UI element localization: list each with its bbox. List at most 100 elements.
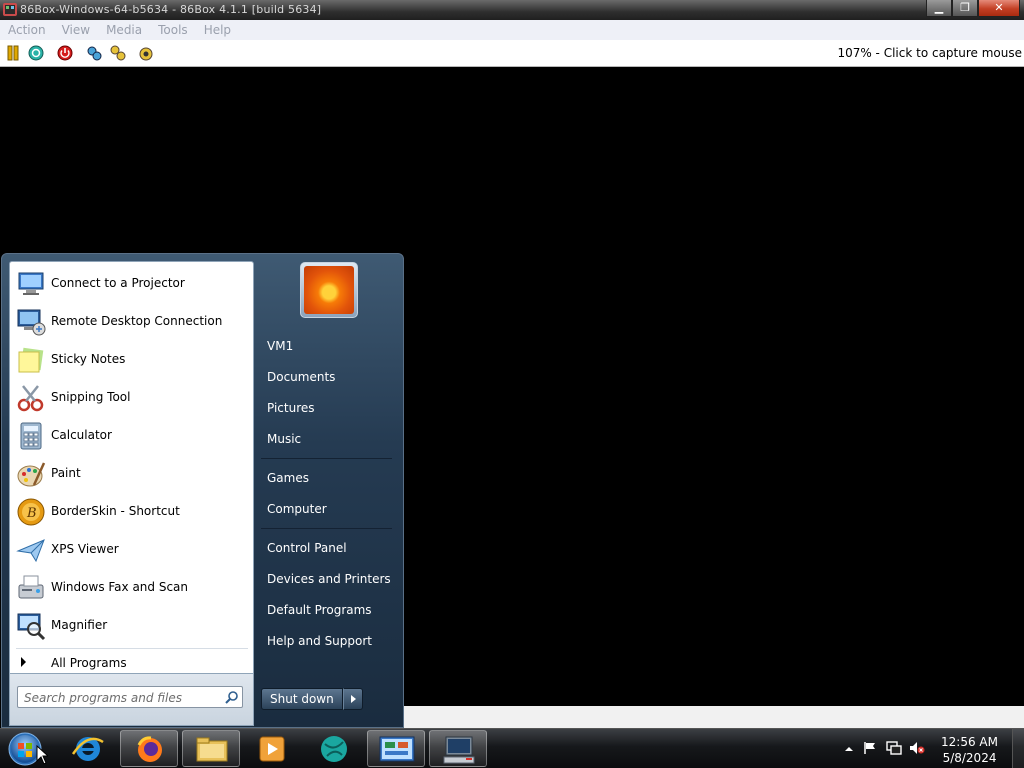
show-hidden-icons-chevron[interactable]	[845, 745, 853, 753]
firefox-taskbar-button[interactable]	[120, 730, 178, 767]
menu-view[interactable]: View	[54, 20, 98, 40]
remote-desktop-icon	[17, 309, 46, 336]
link-music[interactable]: Music	[267, 432, 301, 446]
link-computer[interactable]: Computer	[267, 502, 327, 516]
volume-muted-icon[interactable]	[909, 741, 925, 755]
link-help-support[interactable]: Help and Support	[267, 634, 372, 648]
control-panel-taskbar-button[interactable]	[367, 730, 425, 767]
palette-icon	[17, 462, 46, 487]
all-programs-label: All Programs	[51, 656, 127, 670]
search-box[interactable]	[17, 686, 243, 708]
link-games[interactable]: Games	[267, 471, 309, 485]
link-control-panel[interactable]: Control Panel	[267, 541, 347, 555]
shutdown-group: Shut down	[261, 688, 363, 710]
flower-icon	[304, 266, 354, 314]
internet-explorer-icon[interactable]	[59, 730, 117, 767]
program-label: Remote Desktop Connection	[51, 314, 223, 328]
minimize-icon[interactable]: ▁	[926, 0, 952, 17]
menu-action[interactable]: Action	[0, 20, 54, 40]
window-controls: ▁ ❐ ✕	[926, 0, 1020, 18]
calculator-icon	[20, 422, 42, 450]
search-area	[9, 674, 254, 726]
action-center-flag-icon[interactable]	[863, 741, 877, 755]
fax-icon	[18, 575, 44, 599]
scissors-icon	[17, 385, 44, 412]
control-panel-icon	[379, 736, 415, 762]
menu-media[interactable]: Media	[98, 20, 150, 40]
capture-status[interactable]: 107% - Click to capture mouse	[837, 46, 1022, 60]
link-user[interactable]: VM1	[267, 339, 293, 353]
reset-icon[interactable]	[28, 45, 44, 61]
menu-tools[interactable]: Tools	[150, 20, 196, 40]
restore-icon[interactable]: ❐	[952, 0, 978, 17]
program-label: Windows Fax and Scan	[51, 580, 189, 594]
magnifier-icon	[17, 613, 46, 641]
media-player-icon[interactable]	[243, 730, 301, 767]
host-toolbar: 107% - Click to capture mouse	[0, 40, 1024, 67]
projector-icon	[18, 272, 44, 295]
link-default-programs[interactable]: Default Programs	[267, 603, 372, 617]
power-icon[interactable]	[57, 45, 73, 61]
link-devices-printers[interactable]: Devices and Printers	[267, 572, 391, 586]
clock[interactable]: 12:56 AM 5/8/2024	[941, 734, 998, 766]
file-explorer-icon	[196, 737, 228, 762]
program-label: Snipping Tool	[51, 390, 131, 404]
all-programs-button[interactable]: All Programs	[10, 652, 253, 674]
settings-icon[interactable]	[86, 45, 102, 61]
program-calculator[interactable]: Calculator	[10, 418, 253, 454]
program-xps-viewer[interactable]: XPS Viewer	[10, 532, 253, 568]
program-label: Calculator	[51, 428, 112, 442]
network-icon[interactable]	[886, 741, 902, 755]
host-menubar: Action View Media Tools Help	[0, 20, 1024, 40]
86box-app-icon	[3, 3, 17, 16]
program-label: XPS Viewer	[51, 542, 119, 556]
machine-icon[interactable]	[138, 45, 154, 61]
program-snipping-tool[interactable]: Snipping Tool	[10, 380, 253, 416]
guest-desktop-strip	[404, 706, 1024, 728]
program-label: BorderSkin - Shortcut	[51, 504, 180, 518]
pause-icon[interactable]	[5, 45, 21, 61]
computer-icon	[443, 736, 475, 764]
close-icon[interactable]: ✕	[978, 0, 1020, 17]
program-connect-projector[interactable]: Connect to a Projector	[10, 266, 253, 302]
firefox-icon	[137, 736, 162, 762]
program-borderskin[interactable]: B BorderSkin - Shortcut	[10, 494, 253, 530]
program-label: Paint	[51, 466, 81, 480]
file-explorer-taskbar-button[interactable]	[182, 730, 240, 767]
system-tray: 12:56 AM 5/8/2024	[839, 729, 1024, 768]
window-title: 86Box-Windows-64-b5634 - 86Box 4.1.1 [bu…	[20, 3, 322, 16]
program-fax-scan[interactable]: Windows Fax and Scan	[10, 570, 253, 606]
shutdown-button[interactable]: Shut down	[261, 688, 343, 710]
link-documents[interactable]: Documents	[267, 370, 335, 384]
user-picture[interactable]	[300, 262, 358, 318]
svg-text:B: B	[26, 506, 37, 521]
program-label: Magnifier	[51, 618, 108, 632]
search-input[interactable]	[24, 690, 214, 705]
clock-time: 12:56 AM	[941, 735, 998, 749]
program-magnifier[interactable]: Magnifier	[10, 608, 253, 644]
clock-date: 5/8/2024	[942, 751, 997, 765]
borderskin-icon: B	[17, 498, 45, 526]
arrow-right-icon	[21, 657, 26, 667]
cad-icon[interactable]	[110, 45, 126, 61]
search-icon[interactable]	[225, 690, 239, 704]
programs-pane: Connect to a Projector Remote Desktop Co…	[9, 261, 254, 674]
program-label: Sticky Notes	[51, 352, 126, 366]
programs-separator	[16, 648, 248, 649]
arrow-right-icon	[350, 695, 356, 703]
program-remote-desktop[interactable]: Remote Desktop Connection	[10, 304, 253, 340]
program-sticky-notes[interactable]: Sticky Notes	[10, 342, 253, 378]
right-separator	[261, 458, 392, 459]
computer-taskbar-button[interactable]	[429, 730, 487, 767]
browser-globe-icon[interactable]	[305, 730, 363, 767]
program-label: Connect to a Projector	[51, 276, 185, 290]
paper-plane-icon	[16, 539, 45, 563]
screen: 86Box-Windows-64-b5634 - 86Box 4.1.1 [bu…	[0, 0, 1024, 768]
menu-help[interactable]: Help	[196, 20, 239, 40]
shutdown-options-button[interactable]	[342, 688, 363, 710]
program-paint[interactable]: Paint	[10, 456, 253, 492]
link-pictures[interactable]: Pictures	[267, 401, 315, 415]
show-desktop-button[interactable]	[1012, 729, 1024, 768]
host-titlebar[interactable]: 86Box-Windows-64-b5634 - 86Box 4.1.1 [bu…	[0, 0, 1024, 20]
start-menu: Connect to a Projector Remote Desktop Co…	[1, 253, 404, 728]
